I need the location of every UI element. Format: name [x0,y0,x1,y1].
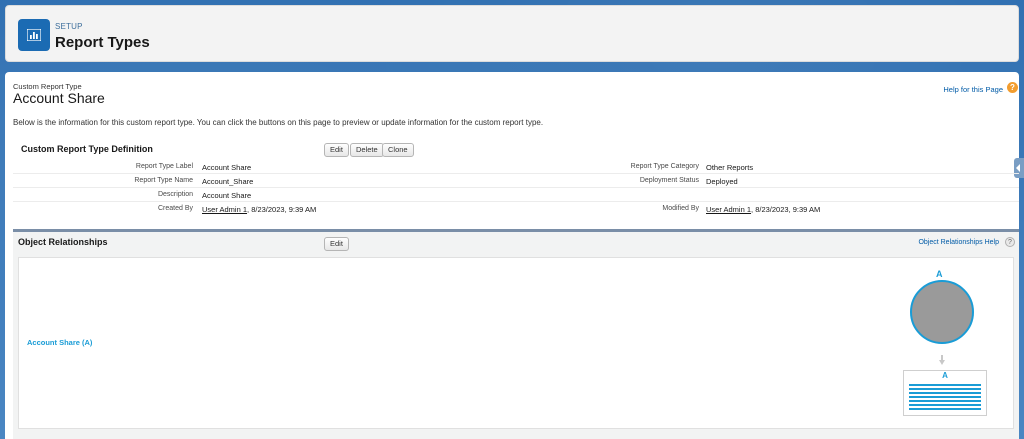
relationships-edit-button[interactable]: Edit [324,237,349,251]
report-type-label-label: Report Type Label [135,163,193,170]
intro-text: Below is the information for this custom… [13,118,544,127]
account-share-object-link[interactable]: Account Share (A) [27,338,92,347]
setup-header: SETUP Report Types [5,5,1019,62]
object-relationships-help-link[interactable]: Object Relationships Help [918,239,999,246]
definition-row: Report Type Name Account_Share Deploymen… [13,175,1019,188]
definition-row: Report Type Label Account Share Report T… [13,161,1019,174]
report-type-name-label: Report Type Name [134,177,193,184]
object-relationships-title: Object Relationships [18,237,108,247]
help-icon[interactable]: ? [1005,237,1015,247]
modified-by-user-link[interactable]: User Admin 1 [706,205,751,214]
clone-button[interactable]: Clone [382,143,414,157]
box-object-label: A [942,371,948,380]
modified-by-label: Modified By [662,205,699,212]
main-panel: Custom Report Type Account Share Help fo… [5,72,1024,439]
description-value: Account Share [202,191,252,200]
definition-section-title: Custom Report Type Definition [21,144,153,154]
record-lines-icon [909,384,981,412]
delete-button[interactable]: Delete [350,143,384,157]
deployment-status-label: Deployment Status [639,177,699,184]
report-types-icon [18,19,50,51]
help-for-page-link[interactable]: Help for this Page [943,85,1003,94]
arrow-down-icon [939,355,945,365]
object-relationships-section: Object Relationships Edit Object Relatio… [13,229,1019,439]
report-type-name-value: Account_Share [202,177,254,186]
report-type-category-value: Other Reports [706,163,754,172]
report-records-box: A [903,370,987,416]
created-by-label: Created By [157,205,193,212]
report-type-category-label: Report Type Category [630,163,699,170]
created-by-value: User Admin 1, 8/23/2023, 9:39 AM [202,205,316,214]
description-label: Description [157,191,193,198]
page-title: Account Share [13,90,105,106]
relationships-diagram-panel: Account Share (A) A A [18,257,1014,429]
modified-by-value: User Admin 1, 8/23/2023, 9:39 AM [706,205,820,214]
deployment-status-value: Deployed [706,177,738,186]
diagram-object-label: A [936,269,943,279]
edit-button[interactable]: Edit [324,143,349,157]
definition-row: Created By User Admin 1, 8/23/2023, 9:39… [13,203,1019,216]
primary-object-circle [910,280,974,344]
help-icon[interactable]: ? [1007,82,1018,93]
modified-by-date: , 8/23/2023, 9:39 AM [751,205,821,214]
setup-eyebrow: SETUP [55,22,83,31]
definition-row: Description Account Share [13,189,1019,202]
report-type-label-value: Account Share [202,163,252,172]
header-title: Report Types [55,34,150,51]
created-by-user-link[interactable]: User Admin 1 [202,205,247,214]
created-by-date: , 8/23/2023, 9:39 AM [247,205,317,214]
